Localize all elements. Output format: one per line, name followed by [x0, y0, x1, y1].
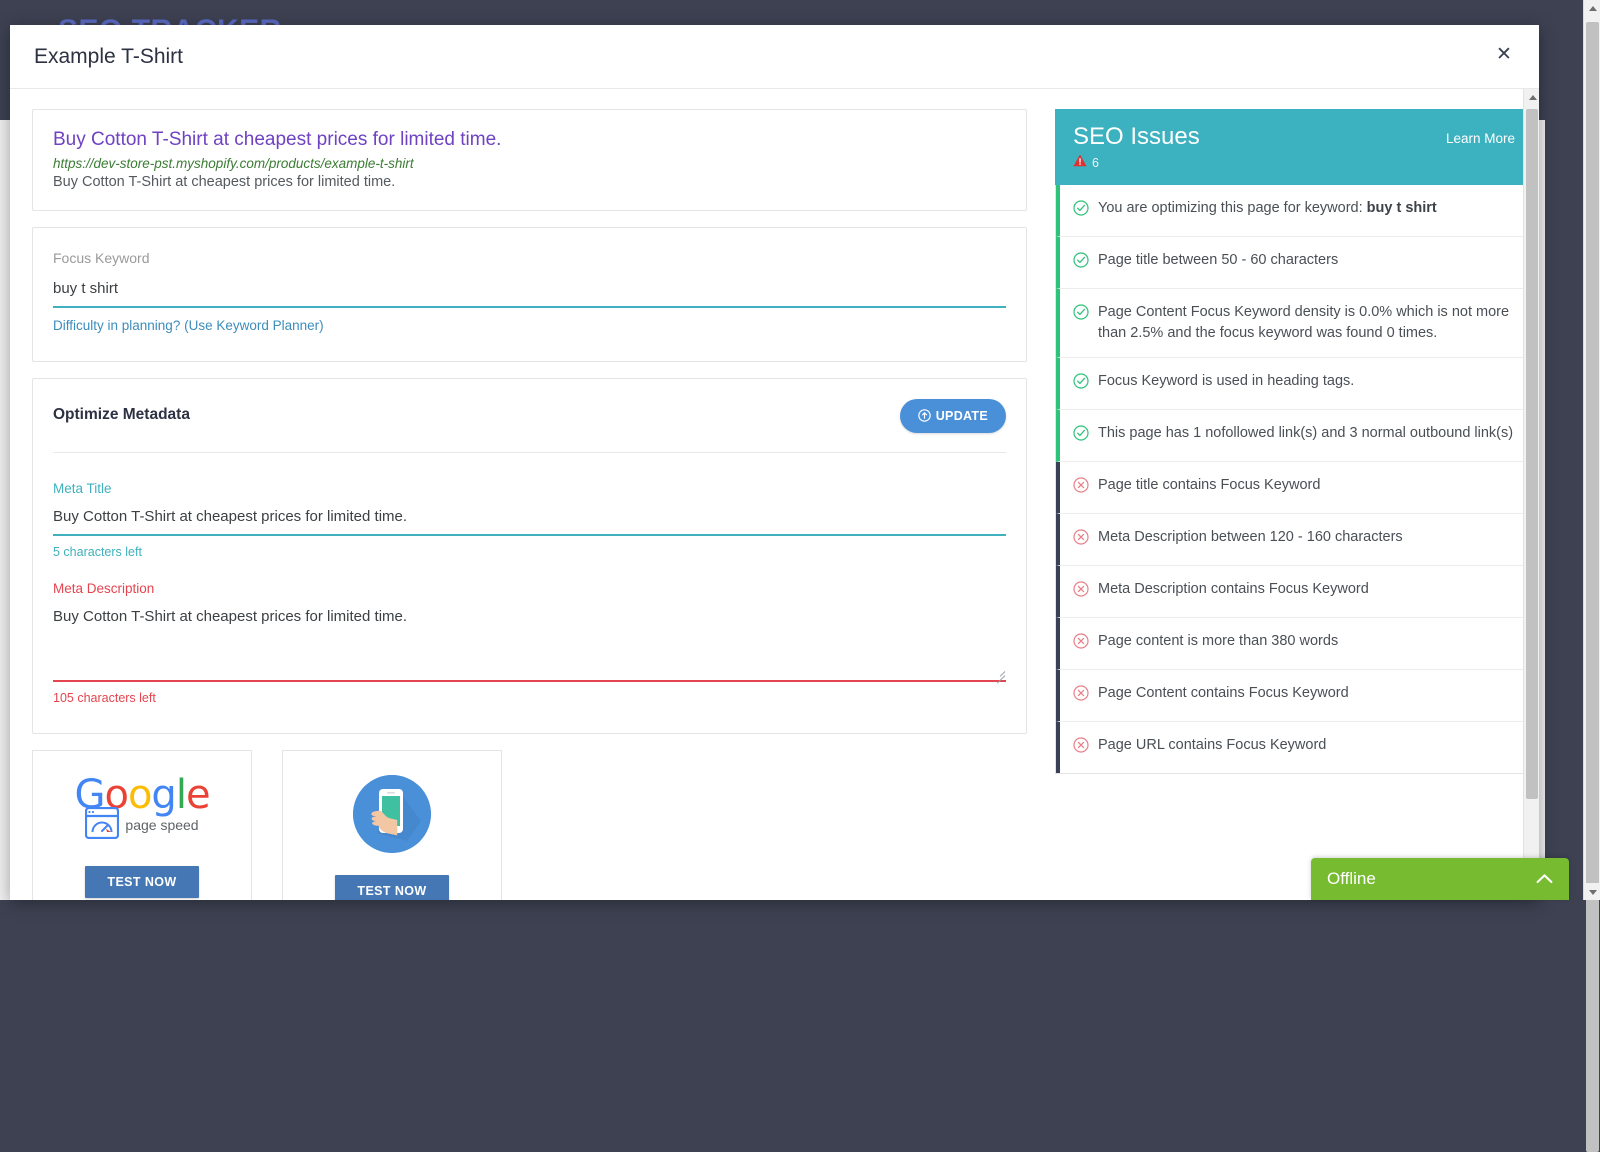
serp-url: https://dev-store-pst.myshopify.com/prod… — [53, 156, 1006, 171]
page-title: Example T-Shirt — [34, 45, 183, 69]
serp-description: Buy Cotton T-Shirt at cheapest prices fo… — [53, 174, 1006, 190]
chevron-up-icon[interactable] — [1536, 871, 1553, 888]
meta-description-label: Meta Description — [53, 581, 1006, 596]
error-circle-icon — [1073, 633, 1089, 656]
google-pagespeed-logo: Google — [74, 775, 209, 844]
seo-issue-item: Page title contains Focus Keyword — [1056, 462, 1532, 514]
error-circle-icon — [1073, 529, 1089, 552]
warning-triangle-icon — [1073, 154, 1087, 172]
optimize-metadata-card: Optimize Metadata UPDATE — [32, 378, 1027, 734]
seo-issues-count: 6 — [1092, 156, 1099, 170]
serp-title: Buy Cotton T-Shirt at cheapest prices fo… — [53, 128, 1006, 153]
error-circle-icon — [1073, 737, 1089, 760]
offline-chat-widget[interactable]: Offline — [1311, 858, 1569, 900]
pagespeed-gauge-icon — [85, 807, 119, 844]
seo-issue-text: Meta Description between 120 - 160 chara… — [1098, 527, 1403, 548]
check-circle-icon — [1073, 304, 1089, 327]
seo-issue-text: Page title contains Focus Keyword — [1098, 475, 1320, 496]
check-circle-icon — [1073, 425, 1089, 448]
seo-issue-text: Page Content Focus Keyword density is 0.… — [1098, 302, 1518, 344]
metadata-header: Optimize Metadata UPDATE — [53, 399, 1006, 433]
seo-issue-text: You are optimizing this page for keyword… — [1098, 198, 1437, 219]
check-circle-icon — [1073, 252, 1089, 275]
seo-issue-item: Page title between 50 - 60 characters — [1056, 237, 1532, 289]
modal-header: Example T-Shirt ✕ — [10, 25, 1539, 88]
meta-title-counter: 5 characters left — [53, 545, 1006, 559]
seo-issue-text: Focus Keyword is used in heading tags. — [1098, 371, 1354, 392]
seo-issue-text: Page content is more than 380 words — [1098, 631, 1338, 652]
page-scroll-down-arrow[interactable] — [1584, 883, 1600, 900]
textarea-resize-handle[interactable] — [994, 666, 1005, 677]
learn-more-link[interactable]: Learn More — [1446, 123, 1515, 146]
keyword-planner-link[interactable]: Difficulty in planning? (Use Keyword Pla… — [53, 318, 324, 333]
close-icon[interactable]: ✕ — [1491, 41, 1517, 67]
page-scroll-up-arrow[interactable] — [1584, 0, 1600, 17]
google-pagespeed-card: Google — [32, 750, 252, 900]
meta-title-input[interactable]: Buy Cotton T-Shirt at cheapest prices fo… — [53, 508, 1006, 536]
seo-issues-list: You are optimizing this page for keyword… — [1055, 185, 1533, 774]
focus-keyword-label: Focus Keyword — [53, 250, 1006, 266]
mobile-test-now-button[interactable]: TEST NOW — [335, 875, 448, 900]
seo-issue-item: Page content is more than 380 words — [1056, 618, 1532, 670]
modal-body: Buy Cotton T-Shirt at cheapest prices fo… — [10, 89, 1539, 900]
seo-issue-item: Meta Description contains Focus Keyword — [1056, 566, 1532, 618]
focus-keyword-card: Focus Keyword buy t shirt Difficulty in … — [32, 227, 1027, 362]
mobile-phone-icon — [353, 775, 431, 853]
meta-title-label: Meta Title — [53, 481, 1006, 496]
seo-issue-item: Meta Description between 120 - 160 chara… — [1056, 514, 1532, 566]
page-scrollbar[interactable] — [1583, 0, 1600, 900]
meta-description-input[interactable]: Buy Cotton T-Shirt at cheapest prices fo… — [53, 608, 1006, 682]
error-circle-icon — [1073, 477, 1089, 500]
check-circle-icon — [1073, 200, 1089, 223]
pagespeed-test-now-button[interactable]: TEST NOW — [85, 866, 198, 898]
seo-issue-item: You are optimizing this page for keyword… — [1056, 185, 1532, 237]
offline-chat-label: Offline — [1327, 869, 1376, 889]
seo-issue-item: Page URL contains Focus Keyword — [1056, 722, 1532, 773]
arrow-up-circle-icon — [918, 409, 931, 422]
optimize-metadata-heading: Optimize Metadata — [53, 399, 190, 424]
seo-issue-text: Meta Description contains Focus Keyword — [1098, 579, 1369, 600]
seo-issue-item: Page Content Focus Keyword density is 0.… — [1056, 289, 1532, 358]
update-button-label: UPDATE — [936, 409, 988, 423]
modal-scrollbar[interactable] — [1523, 89, 1539, 900]
metadata-divider — [53, 452, 1006, 453]
product-seo-modal: Example T-Shirt ✕ Buy Cotton T-Shirt at … — [10, 25, 1539, 900]
seo-issue-text: Page URL contains Focus Keyword — [1098, 735, 1326, 756]
seo-issues-title: SEO Issues — [1073, 123, 1200, 151]
pagespeed-label: page speed — [125, 817, 198, 833]
seo-issue-item: Page Content contains Focus Keyword — [1056, 670, 1532, 722]
mobile-friendly-card: TEST NOW — [282, 750, 502, 900]
update-button[interactable]: UPDATE — [900, 399, 1006, 433]
seo-issue-text: This page has 1 nofollowed link(s) and 3… — [1098, 423, 1513, 444]
speed-test-row: Google — [32, 750, 1027, 900]
page-scrollbar-thumb[interactable] — [1586, 22, 1599, 1152]
check-circle-icon — [1073, 373, 1089, 396]
error-circle-icon — [1073, 581, 1089, 604]
left-column: Buy Cotton T-Shirt at cheapest prices fo… — [32, 109, 1027, 900]
meta-description-value: Buy Cotton T-Shirt at cheapest prices fo… — [53, 608, 1006, 625]
error-circle-icon — [1073, 685, 1089, 708]
seo-issue-text: Page Content contains Focus Keyword — [1098, 683, 1349, 704]
seo-issue-text: Page title between 50 - 60 characters — [1098, 250, 1338, 271]
seo-issues-header: SEO Issues 6 Learn More — [1055, 109, 1533, 185]
seo-issue-item: This page has 1 nofollowed link(s) and 3… — [1056, 410, 1532, 462]
modal-scrollbar-thumb[interactable] — [1526, 109, 1538, 799]
seo-issues-panel: SEO Issues 6 Learn More You are optimizi… — [1055, 109, 1533, 774]
modal-scroll-up-arrow[interactable] — [1524, 89, 1539, 106]
right-column: SEO Issues 6 Learn More You are optimizi… — [1027, 109, 1533, 900]
serp-preview-card: Buy Cotton T-Shirt at cheapest prices fo… — [32, 109, 1027, 211]
seo-issue-item: Focus Keyword is used in heading tags. — [1056, 358, 1532, 410]
meta-description-counter: 105 characters left — [53, 691, 1006, 705]
focus-keyword-input[interactable]: buy t shirt — [53, 280, 1006, 308]
